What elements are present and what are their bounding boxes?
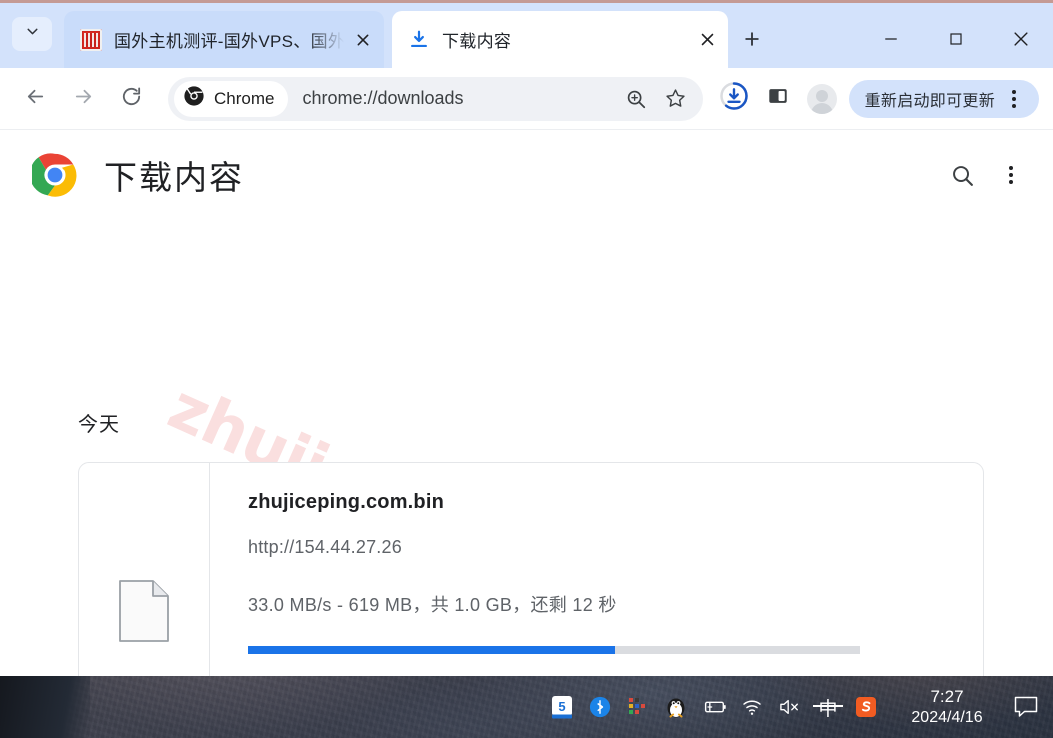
downloads-header: 下载内容 — [0, 130, 1053, 220]
notification-icon[interactable] — [1005, 685, 1047, 729]
download-progress-icon — [719, 81, 749, 116]
chevron-down-icon — [24, 23, 41, 45]
forward-arrow-icon — [72, 85, 95, 113]
windows-taskbar: 5 中 7:27 2024/4/16 — [0, 676, 1053, 738]
color-squares-icon[interactable] — [619, 685, 657, 729]
new-tab-button[interactable] — [734, 21, 770, 57]
back-button[interactable] — [14, 78, 56, 120]
360-browser-icon[interactable]: 5 — [543, 685, 581, 729]
chrome-chip-label: Chrome — [214, 88, 275, 108]
side-panel-icon — [767, 85, 789, 112]
file-icon-cell — [79, 463, 210, 676]
chrome-browser-window: 国外主机测评-国外VPS、国外 下载内容 Chrome chrome://dow… — [0, 0, 1053, 676]
search-icon[interactable] — [939, 152, 985, 198]
wifi-icon[interactable] — [733, 685, 771, 729]
tab-site-review[interactable]: 国外主机测评-国外VPS、国外 — [64, 11, 384, 68]
tab-title: 下载内容 — [442, 32, 512, 51]
reload-button[interactable] — [110, 78, 152, 120]
speaker-muted-icon[interactable] — [771, 685, 809, 729]
tab-downloads[interactable]: 下载内容 — [392, 11, 728, 68]
screen: 国外主机测评-国外VPS、国外 下载内容 Chrome chrome://dow… — [0, 0, 1053, 738]
download-filename[interactable]: zhujiceping.com.bin — [248, 491, 949, 514]
download-status-text: 33.0 MB/s - 619 MB，共 1.0 GB，还剩 12 秒 — [248, 595, 617, 615]
download-details: zhujiceping.com.bin http://154.44.27.26 … — [210, 463, 983, 676]
system-tray: 5 中 7:27 2024/4/16 — [543, 685, 1047, 729]
side-panel-button[interactable] — [757, 78, 799, 120]
sogou-input-icon[interactable] — [847, 685, 885, 729]
tab-title: 国外主机测评-国外VPS、国外 — [114, 32, 344, 51]
download-icon — [408, 29, 430, 51]
window-controls — [858, 6, 1053, 71]
download-item-card[interactable]: zhujiceping.com.bin http://154.44.27.26 … — [78, 462, 984, 676]
minimize-button[interactable] — [858, 6, 923, 71]
reload-icon — [120, 85, 143, 113]
generic-file-icon — [119, 580, 169, 647]
taskbar-clock[interactable]: 7:27 2024/4/16 — [893, 686, 1001, 728]
download-progress-bar — [248, 646, 860, 654]
update-label: 重新启动即可更新 — [864, 92, 995, 110]
update-button[interactable]: 重新启动即可更新 — [848, 79, 1039, 118]
close-button[interactable] — [988, 6, 1053, 71]
zoom-in-icon[interactable] — [617, 80, 655, 118]
clock-date: 2024/4/16 — [911, 708, 983, 726]
bluetooth-icon[interactable] — [581, 685, 619, 729]
ime-chinese-icon[interactable]: 中 — [809, 685, 847, 729]
tab-close-button[interactable] — [348, 25, 378, 55]
page-menu-button[interactable] — [985, 152, 1031, 198]
download-source-url: http://154.44.27.26 — [248, 537, 402, 557]
three-dot-menu-icon[interactable] — [1001, 86, 1027, 112]
url-text[interactable]: chrome://downloads — [302, 88, 616, 109]
chrome-chip[interactable]: Chrome — [174, 80, 289, 117]
downloads-page: zhujiceping.com 下载内容 — [0, 130, 1053, 676]
star-icon[interactable] — [657, 80, 695, 118]
browser-toolbar: Chrome chrome://downloads 重新启动即可更新 — [0, 68, 1053, 130]
clock-time: 7:27 — [930, 686, 964, 706]
tab-close-button[interactable] — [692, 25, 722, 55]
profile-avatar — [806, 83, 837, 114]
address-bar[interactable]: Chrome chrome://downloads — [168, 76, 703, 121]
download-progress-fill — [248, 646, 616, 654]
ime-label: 中 — [818, 694, 837, 721]
chrome-logo-icon — [29, 152, 78, 198]
site-seal-favicon — [80, 28, 102, 51]
section-label-today: 今天 — [78, 414, 120, 436]
downloads-button[interactable] — [713, 78, 755, 120]
forward-button[interactable] — [62, 78, 104, 120]
profile-button[interactable] — [801, 78, 843, 120]
battery-charging-icon[interactable] — [695, 685, 733, 729]
svg-text:5: 5 — [558, 699, 565, 714]
qq-penguin-icon[interactable] — [657, 685, 695, 729]
chrome-mono-icon — [183, 85, 205, 112]
tab-strip: 国外主机测评-国外VPS、国外 下载内容 — [0, 0, 1053, 68]
maximize-button[interactable] — [923, 6, 988, 71]
page-title: 下载内容 — [104, 159, 244, 196]
tab-search-button[interactable] — [12, 17, 52, 51]
back-arrow-icon — [24, 85, 47, 113]
three-dot-menu-icon — [998, 162, 1024, 188]
